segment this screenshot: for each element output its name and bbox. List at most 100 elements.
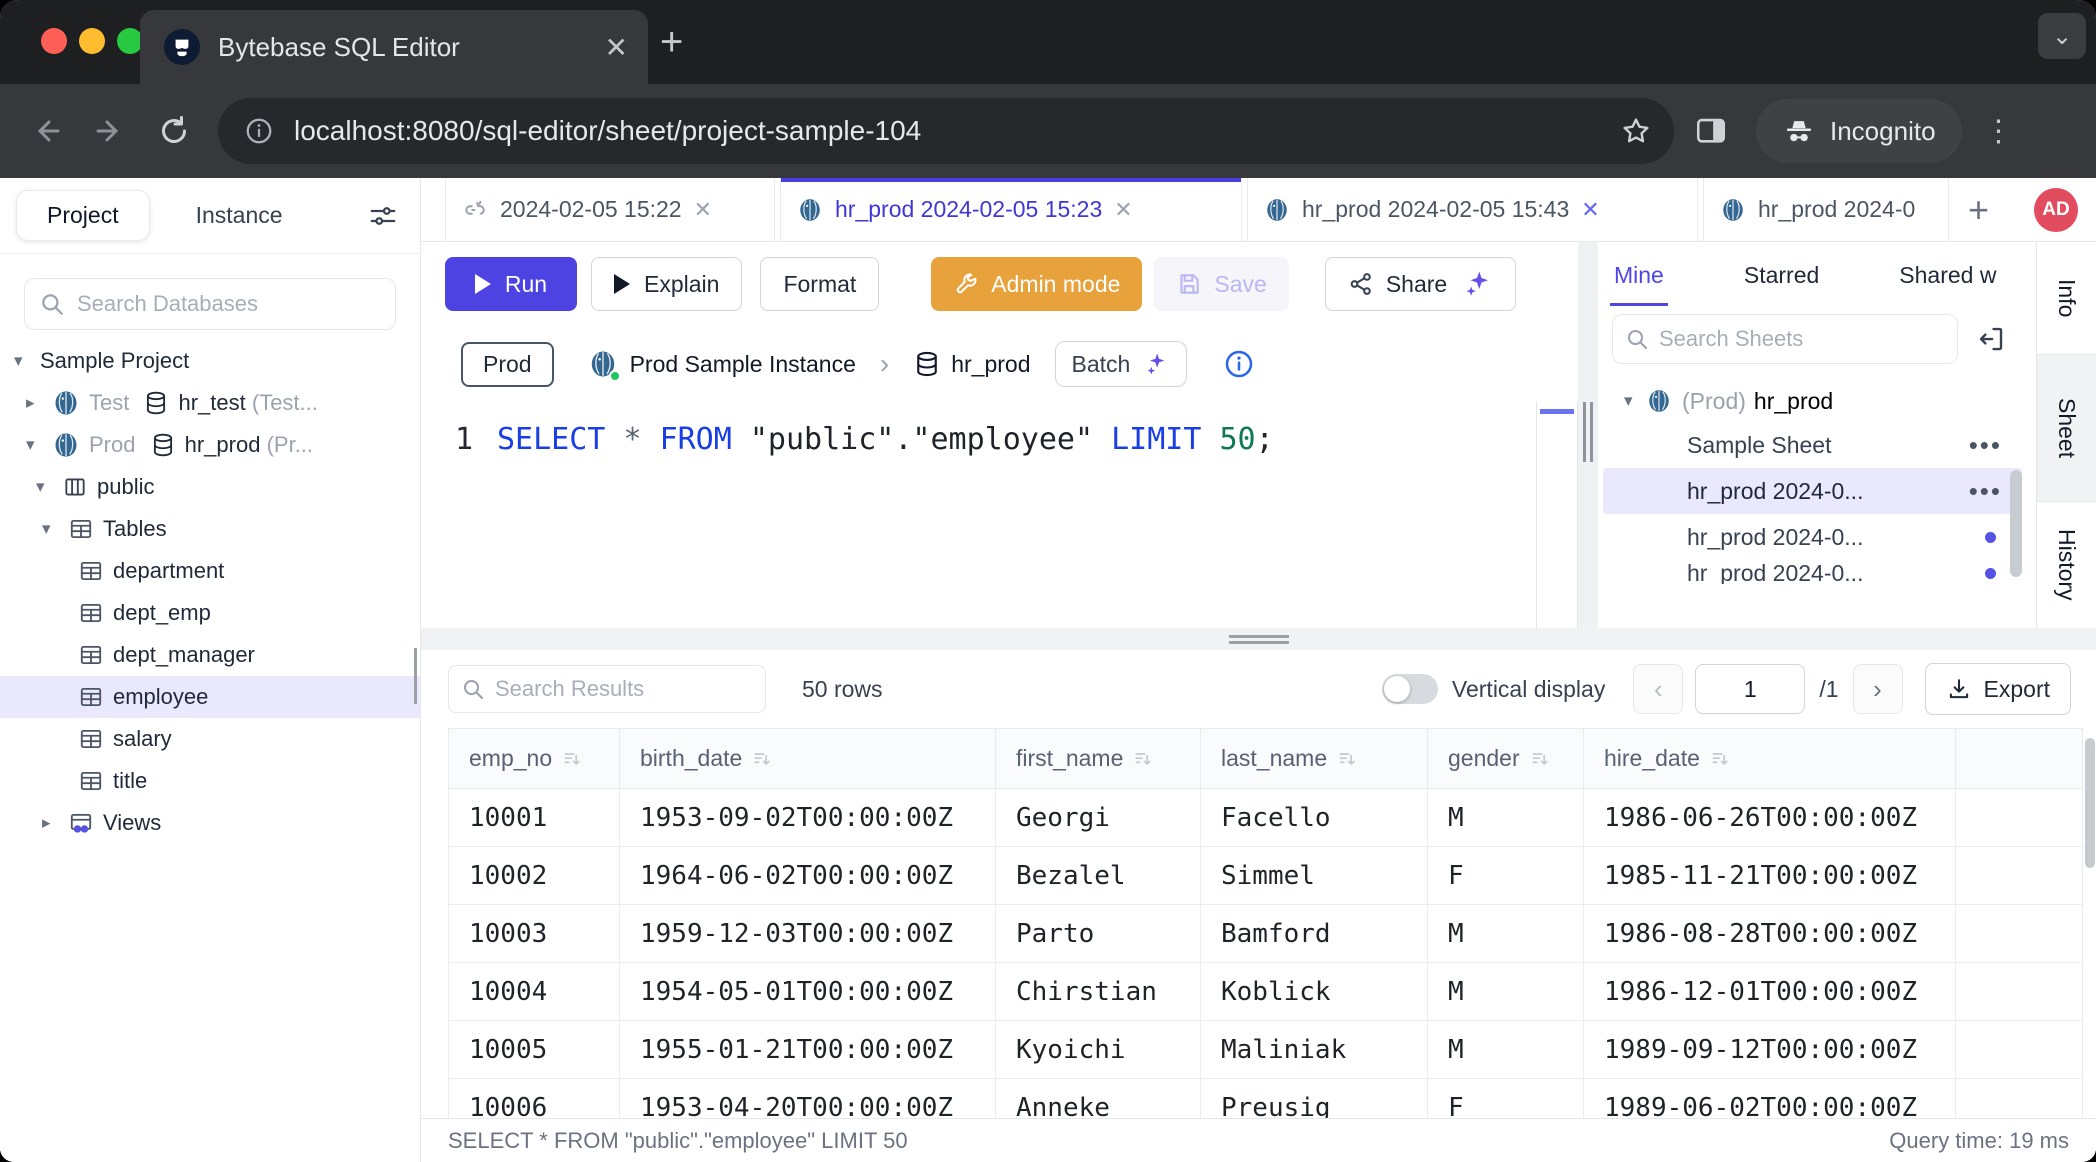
cell[interactable]: 10002	[449, 847, 620, 905]
cell[interactable]: Simmel	[1201, 847, 1428, 905]
cell[interactable]: Bezalel	[996, 847, 1201, 905]
back-icon[interactable]	[28, 113, 64, 149]
tab-mine[interactable]: Mine	[1612, 245, 1666, 306]
caret-right-icon[interactable]: ▸	[42, 813, 68, 833]
side-tab-history[interactable]: History	[2037, 502, 2096, 628]
grid-scrollbar-thumb[interactable]	[2085, 738, 2095, 868]
tree-item-tables-group[interactable]: ▾ Tables	[0, 508, 420, 550]
cell[interactable]: Koblick	[1201, 963, 1428, 1021]
column-header-gender[interactable]: gender	[1428, 729, 1584, 789]
new-tab-button[interactable]: +	[660, 22, 683, 62]
vertical-display-toggle[interactable]	[1382, 674, 1438, 704]
batch-button[interactable]: Batch	[1055, 341, 1188, 387]
results-resize-divider[interactable]	[421, 628, 2096, 650]
cell[interactable]: 1954-05-01T00:00:00Z	[620, 963, 996, 1021]
format-button[interactable]: Format	[760, 257, 879, 311]
editor-tab-1[interactable]: 2024-02-05 15:22 ✕	[445, 178, 775, 241]
info-icon[interactable]	[1223, 348, 1255, 380]
page-input[interactable]	[1695, 664, 1805, 714]
ai-sparkle-icon[interactable]	[1463, 269, 1493, 299]
more-menu-icon[interactable]: •••	[1969, 430, 2002, 461]
site-info-icon[interactable]	[244, 116, 274, 146]
user-avatar[interactable]: AD	[2034, 188, 2078, 232]
cell[interactable]: 10001	[449, 789, 620, 847]
browser-tab-close-icon[interactable]: ✕	[605, 31, 628, 64]
cell[interactable]: Chirstian	[996, 963, 1201, 1021]
close-icon[interactable]: ✕	[1114, 197, 1132, 223]
cell[interactable]: 1964-06-02T00:00:00Z	[620, 847, 996, 905]
sort-icon[interactable]	[752, 749, 772, 769]
sheet-item-sample[interactable]: Sample Sheet •••	[1603, 422, 2022, 468]
cell[interactable]: Facello	[1201, 789, 1428, 847]
column-header-last-name[interactable]: last_name	[1201, 729, 1428, 789]
reload-icon[interactable]	[156, 113, 192, 149]
cell[interactable]: M	[1428, 1021, 1584, 1079]
cell[interactable]: Kyoichi	[996, 1021, 1201, 1079]
share-button[interactable]: Share	[1325, 257, 1516, 311]
sort-icon[interactable]	[562, 749, 582, 769]
tab-instance[interactable]: Instance	[196, 202, 283, 229]
next-page-button[interactable]: ›	[1853, 664, 1903, 714]
browser-tab[interactable]: Bytebase SQL Editor ✕	[140, 10, 648, 84]
cell[interactable]: Georgi	[996, 789, 1201, 847]
cell[interactable]: Maliniak	[1201, 1021, 1428, 1079]
tree-item-hr-prod[interactable]: ▾ Prod hr_prod (Pr...	[0, 424, 420, 466]
caret-down-icon[interactable]: ▾	[1624, 391, 1646, 411]
tab-starred[interactable]: Starred	[1742, 245, 1821, 306]
column-header-birth-date[interactable]: birth_date	[620, 729, 996, 789]
caret-down-icon[interactable]: ▾	[26, 435, 52, 455]
vertical-resize-handle[interactable]	[1583, 402, 1593, 462]
tree-item-table-salary[interactable]: salary	[0, 718, 420, 760]
tree-item-table-dept-manager[interactable]: dept_manager	[0, 634, 420, 676]
cell[interactable]: 1959-12-03T00:00:00Z	[620, 905, 996, 963]
column-header-first-name[interactable]: first_name	[996, 729, 1201, 789]
grid-scrollbar[interactable]	[2082, 728, 2096, 1118]
explain-button[interactable]: Explain	[591, 257, 742, 311]
macos-close-button[interactable]	[41, 28, 67, 54]
sort-icon[interactable]	[1133, 749, 1153, 769]
macos-minimize-button[interactable]	[79, 28, 105, 54]
address-bar[interactable]: localhost:8080/sql-editor/sheet/project-…	[218, 98, 1674, 164]
tree-item-project[interactable]: ▾ Sample Project	[0, 340, 420, 382]
caret-down-icon[interactable]: ▾	[36, 477, 62, 497]
cell[interactable]: 10005	[449, 1021, 620, 1079]
caret-right-icon[interactable]: ▸	[26, 393, 52, 413]
cell[interactable]: 1986-12-01T00:00:00Z	[1584, 963, 1956, 1021]
cell[interactable]: 1955-01-21T00:00:00Z	[620, 1021, 996, 1079]
database-name[interactable]: hr_prod	[951, 351, 1030, 378]
sheet-item-current[interactable]: hr_prod 2024-0... •••	[1603, 468, 2022, 514]
tree-item-table-dept-emp[interactable]: dept_emp	[0, 592, 420, 634]
tree-item-table-department[interactable]: department	[0, 550, 420, 592]
tree-item-table-employee[interactable]: employee	[0, 676, 420, 718]
bookmark-star-icon[interactable]	[1620, 115, 1652, 147]
new-sheet-button[interactable]: +	[1968, 189, 1989, 231]
caret-down-icon[interactable]: ▾	[14, 351, 40, 371]
close-icon[interactable]: ✕	[694, 197, 712, 223]
save-button[interactable]: Save	[1154, 257, 1288, 311]
sheet-group-hr-prod[interactable]: ▾ (Prod) hr_prod	[1598, 380, 2036, 422]
cell[interactable]: M	[1428, 963, 1584, 1021]
cell[interactable]: F	[1428, 1079, 1584, 1119]
sheets-search-input[interactable]: Search Sheets	[1612, 314, 1958, 364]
tree-item-hr-test[interactable]: ▸ Test hr_test (Test...	[0, 382, 420, 424]
side-panel-icon[interactable]	[1694, 113, 1730, 149]
cell[interactable]: 10006	[449, 1079, 620, 1119]
side-tab-sheet[interactable]: Sheet	[2037, 355, 2096, 502]
side-tab-info[interactable]: Info	[2037, 242, 2096, 355]
run-button[interactable]: Run	[445, 257, 577, 311]
horizontal-resize-handle[interactable]	[1229, 635, 1289, 647]
cell[interactable]: 1989-09-12T00:00:00Z	[1584, 1021, 1956, 1079]
cell[interactable]: 1985-11-21T00:00:00Z	[1584, 847, 1956, 905]
tree-item-schema-public[interactable]: ▾ public	[0, 466, 420, 508]
editor-minimap[interactable]	[1536, 402, 1578, 628]
cell[interactable]: 10003	[449, 905, 620, 963]
editor-tab-4[interactable]: hr_prod 2024-0	[1703, 178, 1949, 241]
admin-mode-button[interactable]: Admin mode	[931, 257, 1142, 311]
tree-item-table-title[interactable]: title	[0, 760, 420, 802]
cell[interactable]: 1986-06-26T00:00:00Z	[1584, 789, 1956, 847]
filter-settings-icon[interactable]	[368, 201, 398, 231]
cell[interactable]: 1953-04-20T00:00:00Z	[620, 1079, 996, 1119]
cell[interactable]: F	[1428, 847, 1584, 905]
sheets-scrollbar[interactable]	[2010, 470, 2022, 577]
database-search-input[interactable]: Search Databases	[24, 278, 396, 330]
